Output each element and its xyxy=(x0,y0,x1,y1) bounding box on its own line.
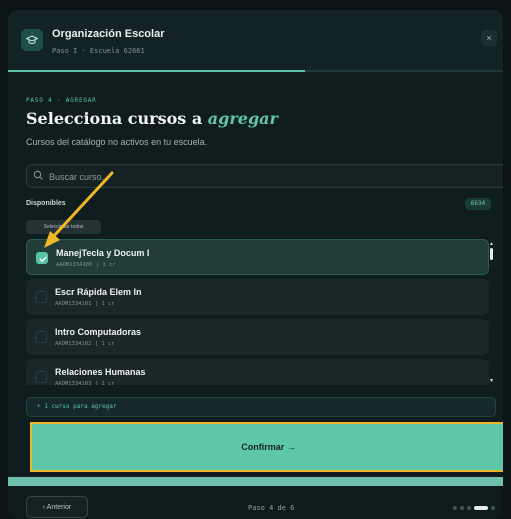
course-list: ManejTecla y Docum I AADM1334100 | 1 cr Es… xyxy=(26,239,489,385)
course-name: ManejTecla y Docum I xyxy=(56,248,150,258)
search-input[interactable] xyxy=(47,165,491,189)
course-checkbox[interactable] xyxy=(35,371,47,383)
step-dots xyxy=(453,505,495,511)
step-label: PASO 4 · AGREGAR xyxy=(26,97,97,104)
course-item[interactable]: Intro Computadoras AADM1334102 | 1 cr xyxy=(26,319,489,355)
graduation-cap-icon xyxy=(21,29,43,51)
step-dot xyxy=(460,506,464,510)
scroll-down-icon[interactable]: ▼ xyxy=(489,378,494,384)
scroll-up-icon[interactable]: ▲ xyxy=(489,241,494,247)
select-all-button[interactable]: Seleccionar todos xyxy=(26,220,101,234)
modal-subtitle: Paso I · Escuela 62661 xyxy=(52,47,145,55)
wizard-progress-fill xyxy=(8,70,305,72)
course-item[interactable]: Escr Rápida Elem In AADM1334101 | 1 cr xyxy=(26,279,489,315)
search-icon xyxy=(33,170,43,180)
available-label: Disponibles xyxy=(26,200,66,207)
step-dot xyxy=(474,506,488,510)
course-name: Escr Rápida Elem In xyxy=(55,287,142,297)
previous-button[interactable]: ‹ Anterior xyxy=(26,496,88,518)
wizard-progress xyxy=(8,70,503,72)
step-title-prefix: Selecciona cursos a xyxy=(26,109,208,128)
course-checkbox[interactable] xyxy=(35,291,47,303)
wizard-modal: Organización Escolar Paso I · Escuela 62… xyxy=(8,10,503,519)
confirm-button[interactable]: Confirmar → xyxy=(32,424,503,470)
selection-summary: + 1 curso para agregar xyxy=(26,397,496,417)
step-title-emphasis: agregar xyxy=(207,109,278,128)
modal-header: Organización Escolar Paso I · Escuela 62… xyxy=(8,10,503,70)
modal-footer: ‹ Anterior Paso 4 de 6 xyxy=(8,486,503,519)
modal-title: Organización Escolar xyxy=(52,28,165,40)
course-code: AADM1334100 | 1 cr xyxy=(56,262,116,268)
search-box[interactable] xyxy=(26,164,503,189)
course-name: Relaciones Humanas xyxy=(55,367,146,377)
course-code: AADM1334102 | 1 cr xyxy=(55,341,115,347)
step-description: Cursos del catálogo no activos en tu esc… xyxy=(26,137,208,147)
bottom-accent-bar xyxy=(8,477,503,486)
course-checkbox[interactable] xyxy=(35,331,47,343)
available-count-badge: 6634 xyxy=(465,198,491,210)
course-item[interactable]: Relaciones Humanas AADM1334103 | 1 cr xyxy=(26,359,489,385)
course-name: Intro Computadoras xyxy=(55,327,142,337)
scrollbar-thumb[interactable] xyxy=(490,248,493,260)
close-button[interactable]: × xyxy=(481,30,497,46)
step-title: Selecciona cursos a agregar xyxy=(26,109,278,128)
step-dot xyxy=(453,506,457,510)
course-checkbox[interactable] xyxy=(36,252,48,264)
course-code: AADM1334103 | 1 cr xyxy=(55,381,115,385)
check-icon xyxy=(39,256,47,263)
close-icon: × xyxy=(486,33,492,43)
course-code: AADM1334101 | 1 cr xyxy=(55,301,115,307)
step-dot xyxy=(491,506,495,510)
confirm-highlight: Confirmar → xyxy=(30,422,503,472)
page-indicator: Paso 4 de 6 xyxy=(248,504,295,512)
course-item[interactable]: ManejTecla y Docum I AADM1334100 | 1 cr xyxy=(26,239,489,275)
step-dot xyxy=(467,506,471,510)
